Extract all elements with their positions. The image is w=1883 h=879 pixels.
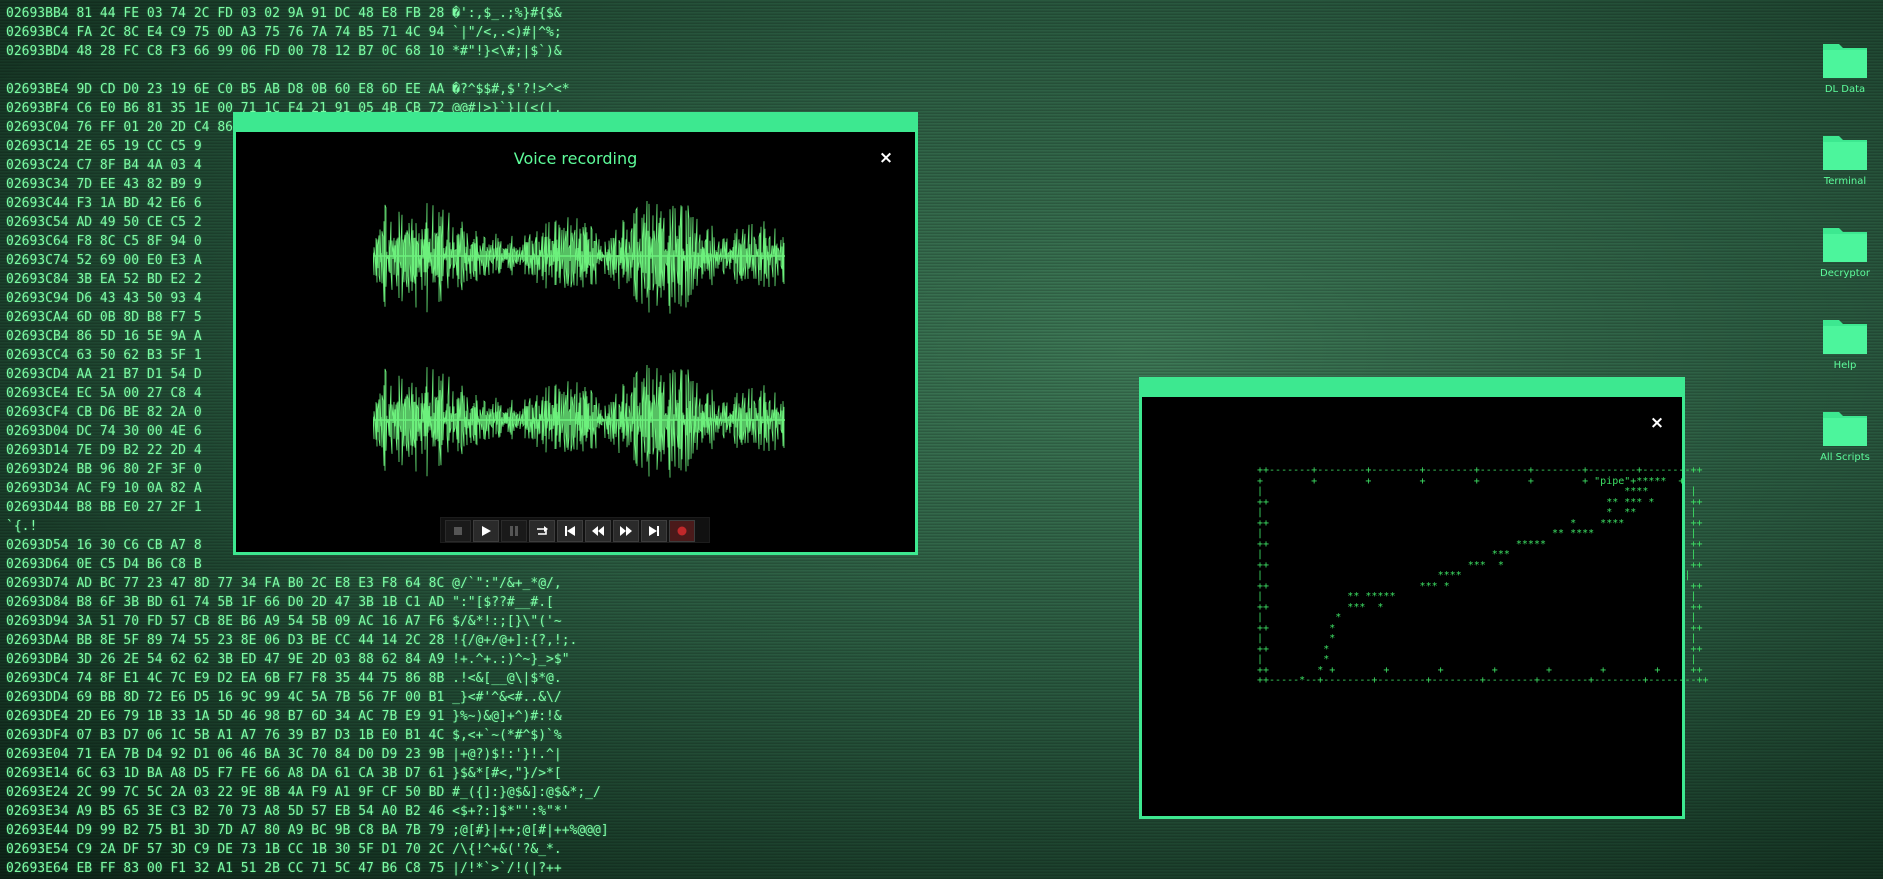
media-controls-bar [440, 517, 710, 543]
play-icon [482, 526, 491, 536]
hex-line: 02693DE4 2D E6 79 1B 33 1A 5D 46 98 B7 6… [6, 709, 562, 724]
folder-icon [1823, 320, 1867, 354]
hex-line: 02693E44 D9 99 B2 75 B1 3D 7D A7 80 A9 B… [6, 823, 609, 838]
stop-icon [454, 527, 462, 535]
hex-line: 02693E24 2C 99 7C 5C 2A 03 22 9E 8B 4A F… [6, 785, 601, 800]
desktop-icon-label: Terminal [1823, 176, 1867, 187]
loop-button[interactable] [529, 520, 555, 542]
voice-recording-title: Voice recording [513, 149, 638, 168]
hex-line: 02693DD4 69 BB 8D 72 E6 D5 16 9C 99 4C 5… [6, 690, 562, 705]
record-icon [677, 526, 687, 536]
desktop-icon-dl-data[interactable]: DL Data [1810, 38, 1880, 95]
desktop-icon-all-scripts[interactable]: All Scripts [1810, 406, 1880, 463]
desktop-icon-label: Help [1833, 360, 1857, 371]
skip-to-start-button[interactable] [557, 520, 583, 542]
loop-icon [537, 526, 548, 535]
record-button[interactable] [669, 520, 695, 542]
hex-line: 02693BB4 81 44 FE 03 74 2C FD 03 02 9A 9… [6, 6, 562, 21]
hex-line: 02693E04 71 EA 7B D4 92 D1 06 46 BA 3C 7… [6, 747, 562, 762]
play-button[interactable] [473, 520, 499, 542]
fast-forward-button[interactable] [613, 520, 639, 542]
desktop-icon-label: All Scripts [1820, 452, 1870, 463]
hex-line: 02693D94 3A 51 70 FD 57 CB 8E B6 A9 54 5… [6, 614, 562, 629]
desktop-icon-decryptor[interactable]: Decryptor [1810, 222, 1880, 279]
hex-line: 02693D84 B8 6F 3B BD 61 74 5B 1F 66 D0 2… [6, 595, 554, 610]
plot-window-close-button[interactable]: × [1647, 413, 1667, 433]
waveform-channel-1 [373, 200, 785, 314]
hex-line: 02693E54 C9 2A DF 57 3D C9 DE 73 1B CC 1… [6, 842, 562, 857]
rewind-icon [592, 526, 604, 536]
desktop-icon-terminal[interactable]: Terminal [1810, 130, 1880, 187]
ascii-plot: ++-------+--------+--------+--------+---… [1257, 465, 1709, 686]
waveform-trace [373, 364, 785, 478]
hex-line: 02693E34 A9 B5 65 3E C3 B2 70 73 A8 5D 5… [6, 804, 570, 819]
waveform-trace [373, 200, 785, 314]
fast-forward-icon [620, 526, 632, 536]
hex-line: 02693BD4 48 28 FC C8 F3 66 99 06 FD 00 7… [6, 44, 562, 59]
folder-icon [1823, 136, 1867, 170]
rewind-button[interactable] [585, 520, 611, 542]
desktop-icon-label: Decryptor [1820, 268, 1870, 279]
desktop-icon-label: DL Data [1824, 84, 1866, 95]
stop-button[interactable] [445, 520, 471, 542]
voice-window-close-button[interactable]: × [876, 148, 896, 168]
voice-recording-window[interactable]: Voice recording × [233, 112, 918, 555]
ascii-plot-window[interactable]: × ++-------+--------+--------+--------+-… [1139, 377, 1709, 819]
hex-line: 02693D64 0E C5 D4 B6 C8 B [6, 557, 202, 572]
hex-line: 02693E14 6C 63 1D BA A8 D5 F7 FE 66 A8 D… [6, 766, 562, 781]
hex-line: 02693BC4 FA 2C 8C E4 C9 75 0D A3 75 76 7… [6, 25, 562, 40]
skip-to-end-button[interactable] [641, 520, 667, 542]
hex-line: 02693D74 AD BC 77 23 47 8D 77 34 FA B0 2… [6, 576, 562, 591]
hex-line: 02693DC4 74 8F E1 4C 7C E9 D2 EA 6B F7 F… [6, 671, 562, 686]
pause-button[interactable] [501, 520, 527, 542]
hex-line: 02693DF4 07 B3 D7 06 1C 5B A1 A7 76 39 B… [6, 728, 562, 743]
hex-line: 02693DA4 BB 8E 5F 89 74 55 23 8E 06 D3 B… [6, 633, 578, 648]
desktop-icon-help[interactable]: Help [1810, 314, 1880, 371]
folder-icon [1823, 412, 1867, 446]
hex-line: 02693DB4 3D 26 2E 54 62 62 3B ED 47 9E 2… [6, 652, 570, 667]
hex-line: 02693BE4 9D CD D0 23 19 6E C0 B5 AB D8 0… [6, 82, 570, 97]
skip-to-end-icon [649, 526, 659, 536]
waveform-channel-2 [373, 364, 785, 478]
pause-icon [510, 526, 518, 536]
hex-line [6, 61, 766, 80]
folder-icon [1823, 228, 1867, 262]
hex-line: 02693E64 EB FF 83 00 F1 32 A1 51 2B CC 7… [6, 861, 562, 876]
skip-to-start-icon [565, 526, 575, 536]
folder-icon [1823, 44, 1867, 78]
